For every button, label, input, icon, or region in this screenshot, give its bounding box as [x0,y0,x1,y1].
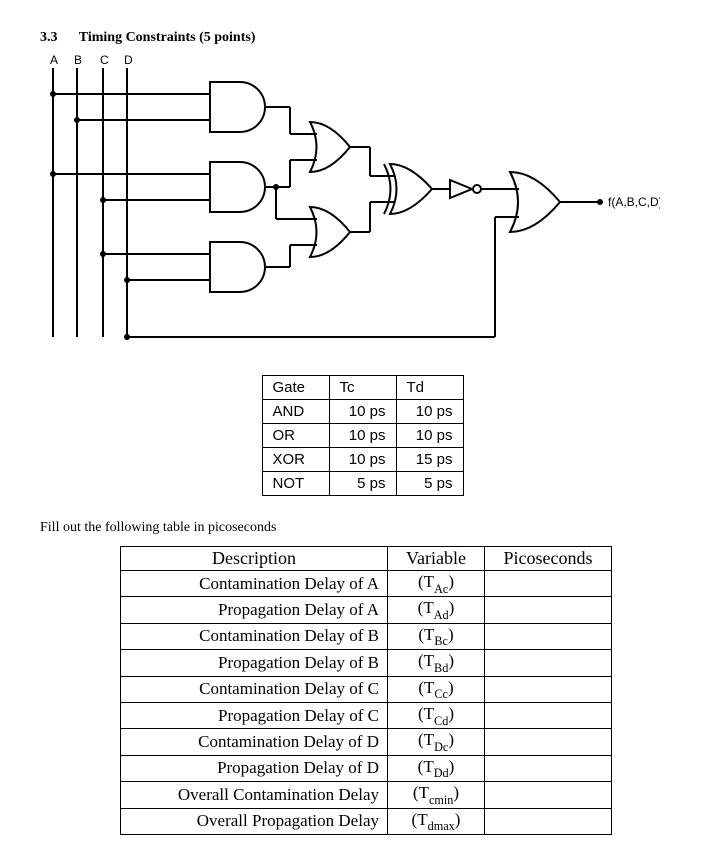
table-row: Propagation Delay of D (TDd) [121,755,612,781]
answer-header-var: Variable [388,547,485,571]
gate-td: 15 ps [396,448,463,472]
input-label-d: D [124,53,133,67]
answer-var: (TDd) [388,755,485,781]
table-row: Propagation Delay of A (TAd) [121,597,612,623]
instruction-text: Fill out the following table in picoseco… [40,520,685,536]
answer-desc: Overall Contamination Delay [121,782,388,808]
not-gate-icon [450,180,481,198]
answer-header-ps: Picoseconds [485,547,612,571]
or-gate-1-icon [310,122,350,172]
or-gate-final-icon [510,172,560,232]
answer-desc: Propagation Delay of C [121,702,388,728]
and-gate-2-icon [210,162,265,212]
answer-ps [485,702,612,728]
gate-td: 5 ps [396,472,463,496]
gate-name: NOT [262,472,329,496]
answer-ps [485,597,612,623]
table-row: Overall Contamination Delay (Tcmin) [121,782,612,808]
gate-td: 10 ps [396,400,463,424]
answer-ps [485,755,612,781]
answer-var: (Tcmin) [388,782,485,808]
table-row: Propagation Delay of C (TCd) [121,702,612,728]
answer-desc: Contamination Delay of D [121,729,388,755]
answer-ps [485,650,612,676]
table-row: Contamination Delay of C (TCc) [121,676,612,702]
gate-timing-header-td: Td [396,376,463,400]
answer-desc: Overall Propagation Delay [121,808,388,834]
table-row: XOR 10 ps 15 ps [262,448,463,472]
gate-timing-header-gate: Gate [262,376,329,400]
answer-var: (TAc) [388,571,485,597]
answer-desc: Contamination Delay of C [121,676,388,702]
gate-tc: 10 ps [329,400,396,424]
table-row: Contamination Delay of B (TBc) [121,623,612,649]
answer-desc: Contamination Delay of A [121,571,388,597]
answer-var: (TBd) [388,650,485,676]
answer-var: (TBc) [388,623,485,649]
section-number: 3.3 [40,30,58,45]
answer-desc: Propagation Delay of B [121,650,388,676]
section-heading: 3.3 Timing Constraints (5 points) [40,30,685,46]
gate-name: XOR [262,448,329,472]
answer-ps [485,808,612,834]
table-row: Overall Propagation Delay (Tdmax) [121,808,612,834]
and-gate-3-icon [210,242,265,292]
answer-desc: Propagation Delay of A [121,597,388,623]
answer-ps [485,676,612,702]
table-row: AND 10 ps 10 ps [262,400,463,424]
answer-ps [485,782,612,808]
answer-var: (TCc) [388,676,485,702]
table-row: Contamination Delay of A (TAc) [121,571,612,597]
output-label: f(A,B,C,D) [608,195,660,209]
gate-timing-table: Gate Tc Td AND 10 ps 10 ps OR 10 ps 10 p… [262,375,464,496]
answer-desc: Contamination Delay of B [121,623,388,649]
xor-gate-icon [384,164,432,214]
table-row: Contamination Delay of D (TDc) [121,729,612,755]
table-row: OR 10 ps 10 ps [262,424,463,448]
gate-name: AND [262,400,329,424]
and-gate-1-icon [210,82,265,132]
section-title: Timing Constraints (5 points) [79,30,256,45]
input-label-b: B [74,53,82,67]
table-row: Description Variable Picoseconds [121,547,612,571]
circuit-diagram: A B C D [40,52,685,357]
input-label-c: C [100,53,109,67]
gate-tc: 10 ps [329,448,396,472]
gate-timing-header-tc: Tc [329,376,396,400]
answer-table: Description Variable Picoseconds Contami… [120,546,612,835]
table-row: Propagation Delay of B (TBd) [121,650,612,676]
gate-name: OR [262,424,329,448]
answer-ps [485,729,612,755]
answer-var: (Tdmax) [388,808,485,834]
answer-var: (TCd) [388,702,485,728]
answer-desc: Propagation Delay of D [121,755,388,781]
gate-tc: 5 ps [329,472,396,496]
or-gate-2-icon [310,207,350,257]
answer-ps [485,623,612,649]
table-row: NOT 5 ps 5 ps [262,472,463,496]
answer-ps [485,571,612,597]
gate-tc: 10 ps [329,424,396,448]
answer-header-desc: Description [121,547,388,571]
answer-var: (TAd) [388,597,485,623]
input-label-a: A [50,53,58,67]
table-row: Gate Tc Td [262,376,463,400]
answer-var: (TDc) [388,729,485,755]
circuit-svg: A B C D [40,52,660,352]
gate-td: 10 ps [396,424,463,448]
